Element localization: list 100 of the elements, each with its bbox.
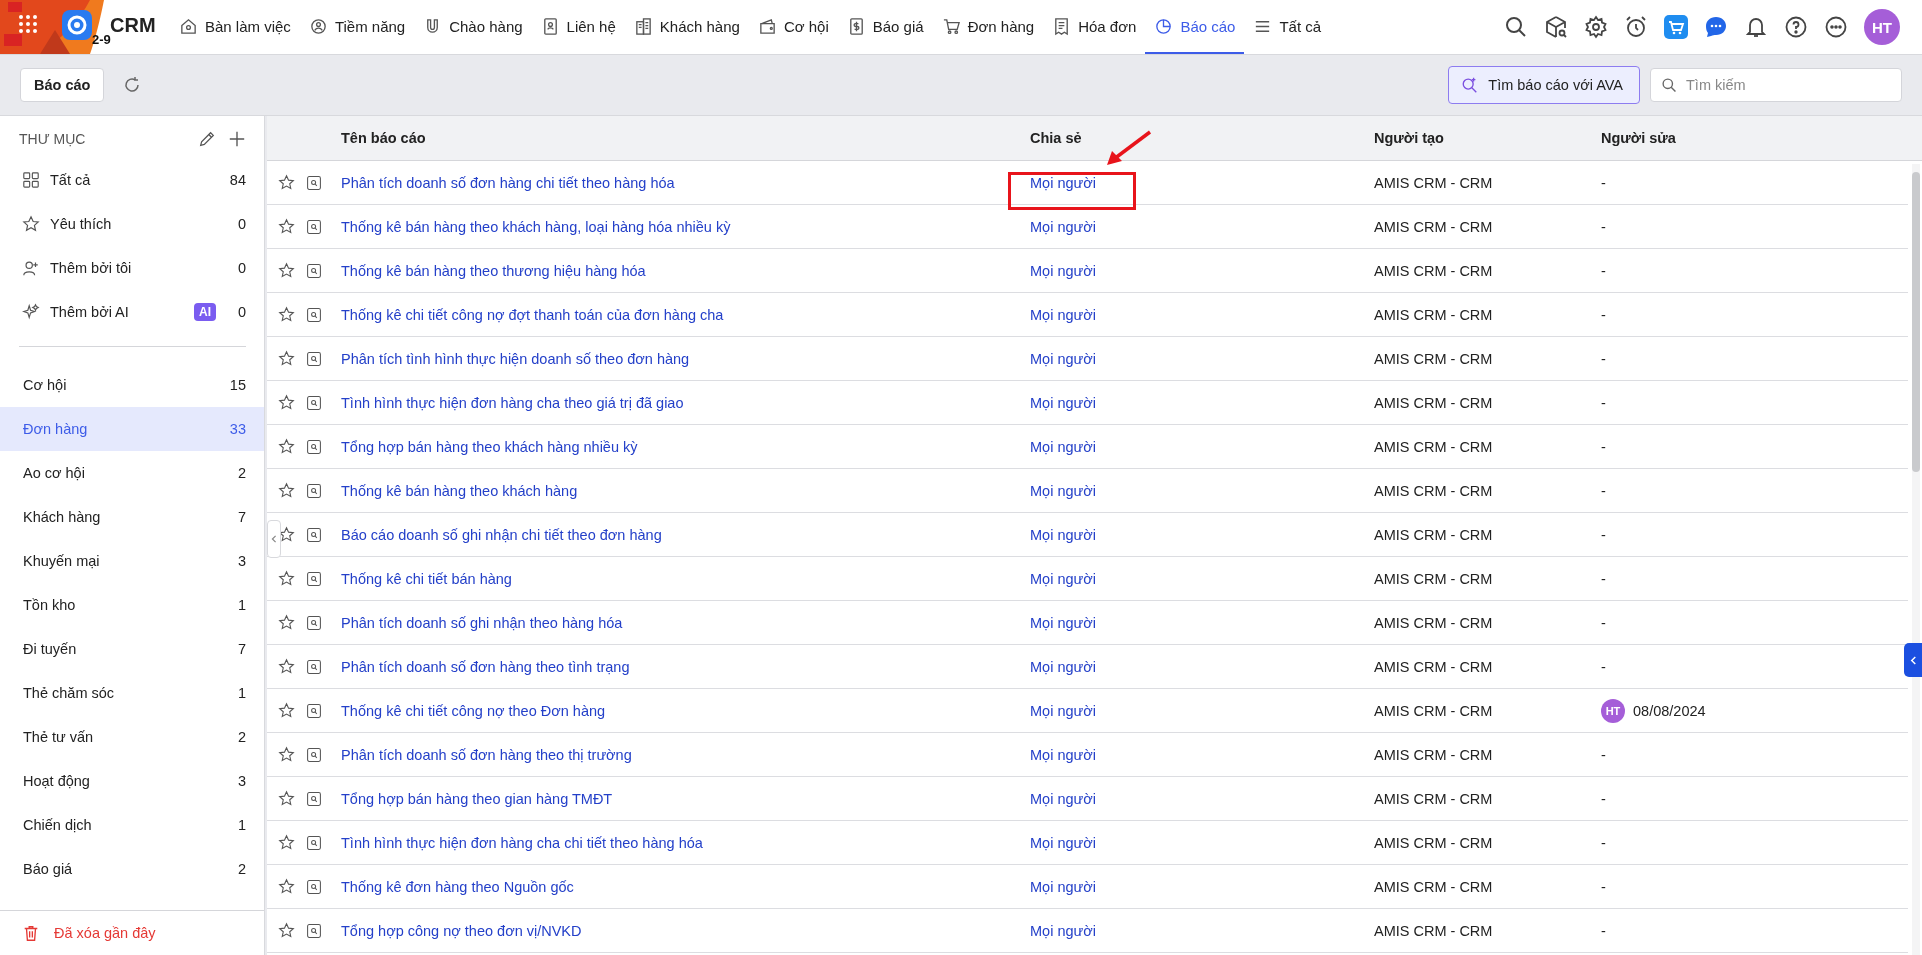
- folder-item[interactable]: Thẻ tư vấn 2: [0, 715, 264, 759]
- cart-icon[interactable]: [1664, 15, 1688, 39]
- nav-tab[interactable]: Bàn làm việc: [170, 0, 300, 54]
- user-avatar[interactable]: HT: [1864, 9, 1900, 45]
- report-link[interactable]: Thống kê chi tiết công nợ đợt thanh toán của đơn hàng cha: [341, 306, 1030, 323]
- app-grid-icon[interactable]: [18, 14, 38, 34]
- folder-item[interactable]: Tồn kho 1: [0, 583, 264, 627]
- nav-tab[interactable]: Chào hàng: [414, 0, 532, 54]
- preview-icon[interactable]: [306, 614, 322, 631]
- reports-button[interactable]: Báo cáo: [20, 68, 105, 102]
- nav-tab[interactable]: Tất cả: [1244, 0, 1331, 54]
- preview-icon[interactable]: [306, 878, 322, 895]
- share-link[interactable]: Mọi người: [1030, 350, 1096, 367]
- star-icon[interactable]: [278, 746, 295, 763]
- folder-item[interactable]: Ao cơ hội 2: [0, 451, 264, 495]
- alarm-clock-icon[interactable]: [1624, 15, 1648, 39]
- side-panel-tab[interactable]: [1904, 643, 1922, 677]
- preview-icon[interactable]: [306, 922, 322, 939]
- report-link[interactable]: Phân tích doanh số đơn hàng theo tình trạng: [341, 658, 1030, 675]
- report-link[interactable]: Tổng hợp bán hàng theo khách hàng nhiều kỳ: [341, 438, 1030, 455]
- report-link[interactable]: Báo cáo doanh số ghi nhận chi tiết theo đơn hàng: [341, 526, 1030, 543]
- preview-icon[interactable]: [306, 306, 322, 323]
- preview-icon[interactable]: [306, 570, 322, 587]
- help-icon[interactable]: [1784, 15, 1808, 39]
- star-icon[interactable]: [278, 350, 295, 367]
- preview-icon[interactable]: [306, 526, 322, 543]
- recently-deleted-link[interactable]: Đã xóa gần đây: [0, 910, 264, 955]
- sidebar-item[interactable]: Tất cả 84: [0, 158, 264, 202]
- search-icon[interactable]: [1504, 15, 1528, 39]
- star-icon[interactable]: [278, 614, 295, 631]
- report-link[interactable]: Thống kê chi tiết công nợ theo Đơn hàng: [341, 702, 1030, 719]
- report-link[interactable]: Tổng hợp bán hàng theo gian hàng TMĐT: [341, 790, 1030, 807]
- star-icon[interactable]: [278, 922, 295, 939]
- nav-tab[interactable]: Đơn hàng: [932, 0, 1044, 54]
- collapse-handle[interactable]: [267, 520, 281, 558]
- star-icon[interactable]: [278, 306, 295, 323]
- search-field[interactable]: Tìm kiếm: [1650, 68, 1902, 102]
- report-link[interactable]: Phân tích doanh số đơn hàng chi tiết theo hàng hóa: [341, 174, 1030, 191]
- sidebar-item[interactable]: Thêm bởi AI AI 0: [0, 290, 264, 334]
- star-icon[interactable]: [278, 570, 295, 587]
- share-link[interactable]: Mọi người: [1030, 262, 1096, 279]
- share-link[interactable]: Mọi người: [1030, 790, 1096, 807]
- report-link[interactable]: Thống kê bán hàng theo khách hàng, loại hàng hóa nhiều kỳ: [341, 218, 1030, 235]
- star-icon[interactable]: [278, 262, 295, 279]
- share-link[interactable]: Mọi người: [1030, 482, 1096, 499]
- report-link[interactable]: Tổng hợp công nợ theo đơn vị/NVKD: [341, 922, 1030, 939]
- report-link[interactable]: Phân tích doanh số đơn hàng theo thị trường: [341, 746, 1030, 763]
- star-icon[interactable]: [278, 482, 295, 499]
- folder-item[interactable]: Báo giá 2: [0, 847, 264, 891]
- preview-icon[interactable]: [306, 482, 322, 499]
- folder-item[interactable]: Khách hàng 7: [0, 495, 264, 539]
- star-icon[interactable]: [278, 394, 295, 411]
- settings-icon[interactable]: [1584, 15, 1608, 39]
- share-link[interactable]: Mọi người: [1030, 746, 1096, 763]
- report-link[interactable]: Phân tích tình hình thực hiện doanh số theo đơn hàng: [341, 350, 1030, 367]
- star-icon[interactable]: [278, 174, 295, 191]
- chat-icon[interactable]: [1704, 15, 1728, 39]
- star-icon[interactable]: [278, 658, 295, 675]
- share-link[interactable]: Mọi người: [1030, 526, 1096, 543]
- share-link[interactable]: Mọi người: [1030, 658, 1096, 675]
- nav-tab[interactable]: Khách hàng: [624, 0, 749, 54]
- report-link[interactable]: Thống kê đơn hàng theo Nguồn gốc: [341, 878, 1030, 895]
- ava-search-button[interactable]: Tìm báo cáo với AVA: [1448, 66, 1640, 104]
- share-link[interactable]: Mọi người: [1030, 218, 1096, 235]
- sidebar-item[interactable]: Yêu thích 0: [0, 202, 264, 246]
- report-link[interactable]: Tình hình thực hiện đơn hàng cha theo giá trị đã giao: [341, 394, 1030, 411]
- edit-icon[interactable]: [198, 130, 216, 148]
- star-icon[interactable]: [278, 790, 295, 807]
- sidebar-item[interactable]: Thêm bởi tôi 0: [0, 246, 264, 290]
- star-icon[interactable]: [278, 878, 295, 895]
- share-link[interactable]: Mọi người: [1030, 878, 1096, 895]
- add-icon[interactable]: [228, 130, 246, 148]
- more-icon[interactable]: [1824, 15, 1848, 39]
- preview-icon[interactable]: [306, 438, 322, 455]
- preview-icon[interactable]: [306, 834, 322, 851]
- preview-icon[interactable]: [306, 262, 322, 279]
- folder-item[interactable]: Đơn hàng 33: [0, 407, 264, 451]
- share-link[interactable]: Mọi người: [1030, 570, 1096, 587]
- star-icon[interactable]: [278, 438, 295, 455]
- star-icon[interactable]: [278, 218, 295, 235]
- scrollbar[interactable]: [1912, 164, 1920, 955]
- share-link[interactable]: Mọi người: [1030, 702, 1096, 719]
- folder-item[interactable]: Khuyến mại 3: [0, 539, 264, 583]
- share-link[interactable]: Mọi người: [1030, 438, 1096, 455]
- preview-icon[interactable]: [306, 658, 322, 675]
- report-link[interactable]: Thống kê bán hàng theo khách hàng: [341, 482, 1030, 499]
- share-link[interactable]: Mọi người: [1030, 922, 1096, 939]
- folder-item[interactable]: Cơ hội 15: [0, 363, 264, 407]
- nav-tab[interactable]: Báo cáo: [1145, 0, 1245, 54]
- share-link[interactable]: Mọi người: [1030, 394, 1096, 411]
- share-link[interactable]: Mọi người: [1030, 614, 1096, 631]
- report-link[interactable]: Tình hình thực hiện đơn hàng cha chi tiết theo hàng hóa: [341, 834, 1030, 851]
- report-link[interactable]: Phân tích doanh số ghi nhận theo hàng hóa: [341, 614, 1030, 631]
- nav-tab[interactable]: Cơ hội: [748, 0, 838, 54]
- folder-item[interactable]: Hoạt động 3: [0, 759, 264, 803]
- share-link[interactable]: Mọi người: [1030, 174, 1096, 191]
- star-icon[interactable]: [278, 702, 295, 719]
- preview-icon[interactable]: [306, 394, 322, 411]
- nav-tab[interactable]: Hóa đơn: [1043, 0, 1146, 54]
- preview-icon[interactable]: [306, 702, 322, 719]
